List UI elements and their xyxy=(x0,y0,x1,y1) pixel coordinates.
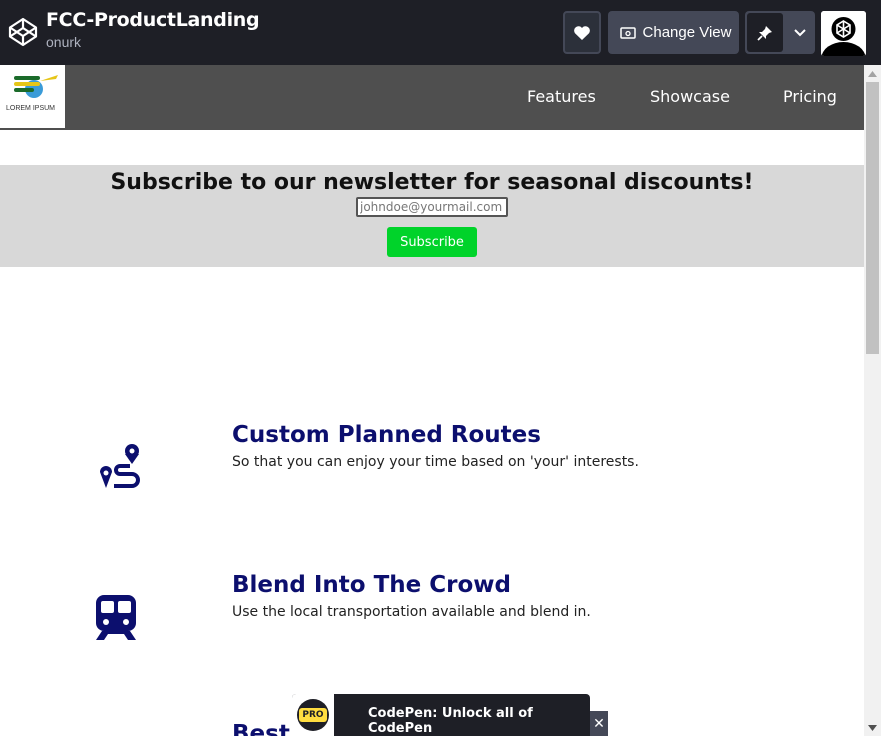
feature-description: So that you can enjoy your time based on… xyxy=(232,454,639,470)
close-promo-button[interactable]: ✕ xyxy=(590,711,608,736)
avatar-icon xyxy=(821,11,866,56)
pen-author[interactable]: onurk xyxy=(46,34,81,50)
pro-badge: PRO xyxy=(292,694,334,736)
train-icon xyxy=(96,595,136,640)
codepen-header: FCC-ProductLanding onurk Change View xyxy=(0,0,881,65)
feature-title: Blend Into The Crowd xyxy=(232,572,511,598)
pin-button-group xyxy=(745,11,815,54)
nav-link-pricing[interactable]: Pricing xyxy=(783,87,837,106)
user-avatar[interactable] xyxy=(821,11,866,56)
logo-text: LOREM IPSUM xyxy=(6,105,56,112)
codepen-logo-icon[interactable] xyxy=(8,17,38,47)
newsletter-section: Subscribe to our newsletter for seasonal… xyxy=(0,165,864,267)
preview-scrollbar[interactable] xyxy=(864,65,881,736)
logo-image-icon xyxy=(14,75,58,98)
like-button[interactable] xyxy=(563,11,601,54)
site-logo[interactable]: LOREM IPSUM xyxy=(0,65,65,128)
change-view-button[interactable]: Change View xyxy=(608,11,739,54)
pin-icon xyxy=(757,25,772,41)
promo-text[interactable]: CodePen: Unlock all of CodePen xyxy=(368,706,590,736)
chevron-down-icon[interactable] xyxy=(793,23,807,41)
preview-frame: LOREM IPSUM Features Showcase Pricing Su… xyxy=(0,65,864,736)
feature-title: Custom Planned Routes xyxy=(232,422,541,448)
feature-description: Use the local transportation available a… xyxy=(232,604,591,620)
pro-logo-icon: PRO xyxy=(297,699,329,731)
heart-icon xyxy=(574,25,590,40)
scroll-thumb[interactable] xyxy=(866,82,879,354)
subscribe-button[interactable]: Subscribe xyxy=(387,227,477,257)
route-icon xyxy=(100,444,140,488)
email-input[interactable] xyxy=(356,197,508,217)
pen-title[interactable]: FCC-ProductLanding xyxy=(46,9,260,31)
nav-link-showcase[interactable]: Showcase xyxy=(650,87,730,106)
scroll-down-arrow-icon[interactable] xyxy=(864,719,881,736)
view-icon xyxy=(619,26,636,39)
scroll-up-arrow-icon[interactable] xyxy=(864,65,881,82)
site-header: LOREM IPSUM Features Showcase Pricing xyxy=(0,65,864,130)
pro-label: PRO xyxy=(299,708,327,722)
pro-promo-banner[interactable]: PRO CodePen: Unlock all of CodePen xyxy=(292,694,590,736)
change-view-label: Change View xyxy=(642,24,732,41)
pin-button[interactable] xyxy=(747,13,783,52)
nav-link-features[interactable]: Features xyxy=(527,87,596,106)
newsletter-title: Subscribe to our newsletter for seasonal… xyxy=(110,170,754,195)
